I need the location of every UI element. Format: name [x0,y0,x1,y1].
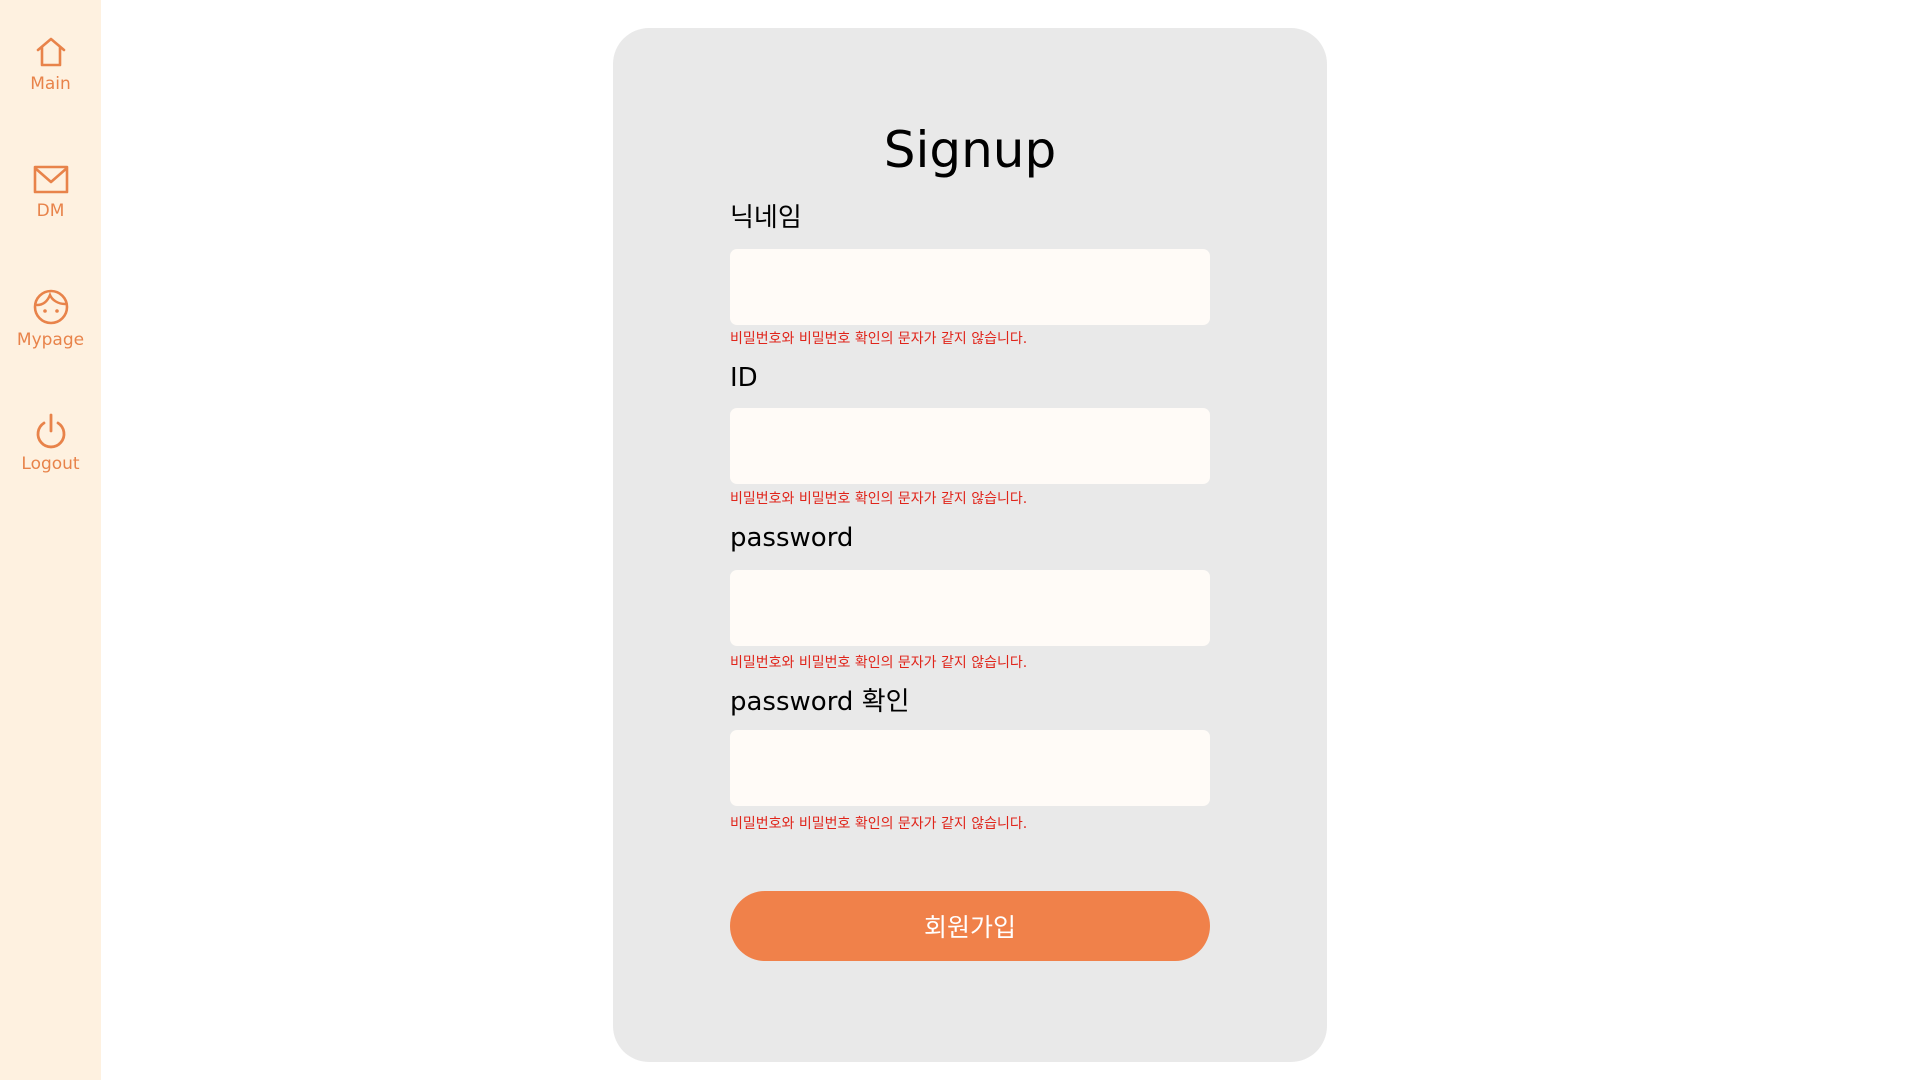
signup-button[interactable]: 회원가입 [730,891,1210,961]
id-error: 비밀번호와 비밀번호 확인의 문자가 같지 않습니다. [730,491,1028,507]
power-icon [36,413,65,449]
nickname-error: 비밀번호와 비밀번호 확인의 문자가 같지 않습니다. [730,331,1028,347]
id-input[interactable] [730,408,1210,484]
sidebar-item-label: Mypage [16,330,85,350]
password-error: 비밀번호와 비밀번호 확인의 문자가 같지 않습니다. [730,655,1028,671]
password-confirm-error: 비밀번호와 비밀번호 확인의 문자가 같지 않습니다. [730,816,1028,832]
nickname-label: 닉네임 [730,203,802,233]
password-input[interactable] [730,570,1210,646]
id-label: ID [730,363,758,393]
password-confirm-label: password 확인 [730,687,910,717]
mail-icon [33,165,68,194]
sidebar-item-label: Logout [21,454,80,474]
home-icon [36,37,65,67]
face-icon [33,289,68,325]
nickname-input[interactable] [730,249,1210,325]
sidebar: Main DM Mypage Logout [0,0,101,1080]
sidebar-item-main[interactable]: Main [0,34,101,94]
sidebar-item-mypage[interactable]: Mypage [0,288,101,350]
sidebar-item-label: Main [30,74,71,94]
password-label: password [730,523,854,553]
sidebar-item-dm[interactable]: DM [0,163,101,221]
page-title: Signup [883,121,1057,179]
sidebar-item-logout[interactable]: Logout [0,412,101,474]
sidebar-item-label: DM [36,201,65,221]
password-confirm-input[interactable] [730,730,1210,806]
signup-card: Signup 닉네임 비밀번호와 비밀번호 확인의 문자가 같지 않습니다. I… [613,28,1327,1062]
